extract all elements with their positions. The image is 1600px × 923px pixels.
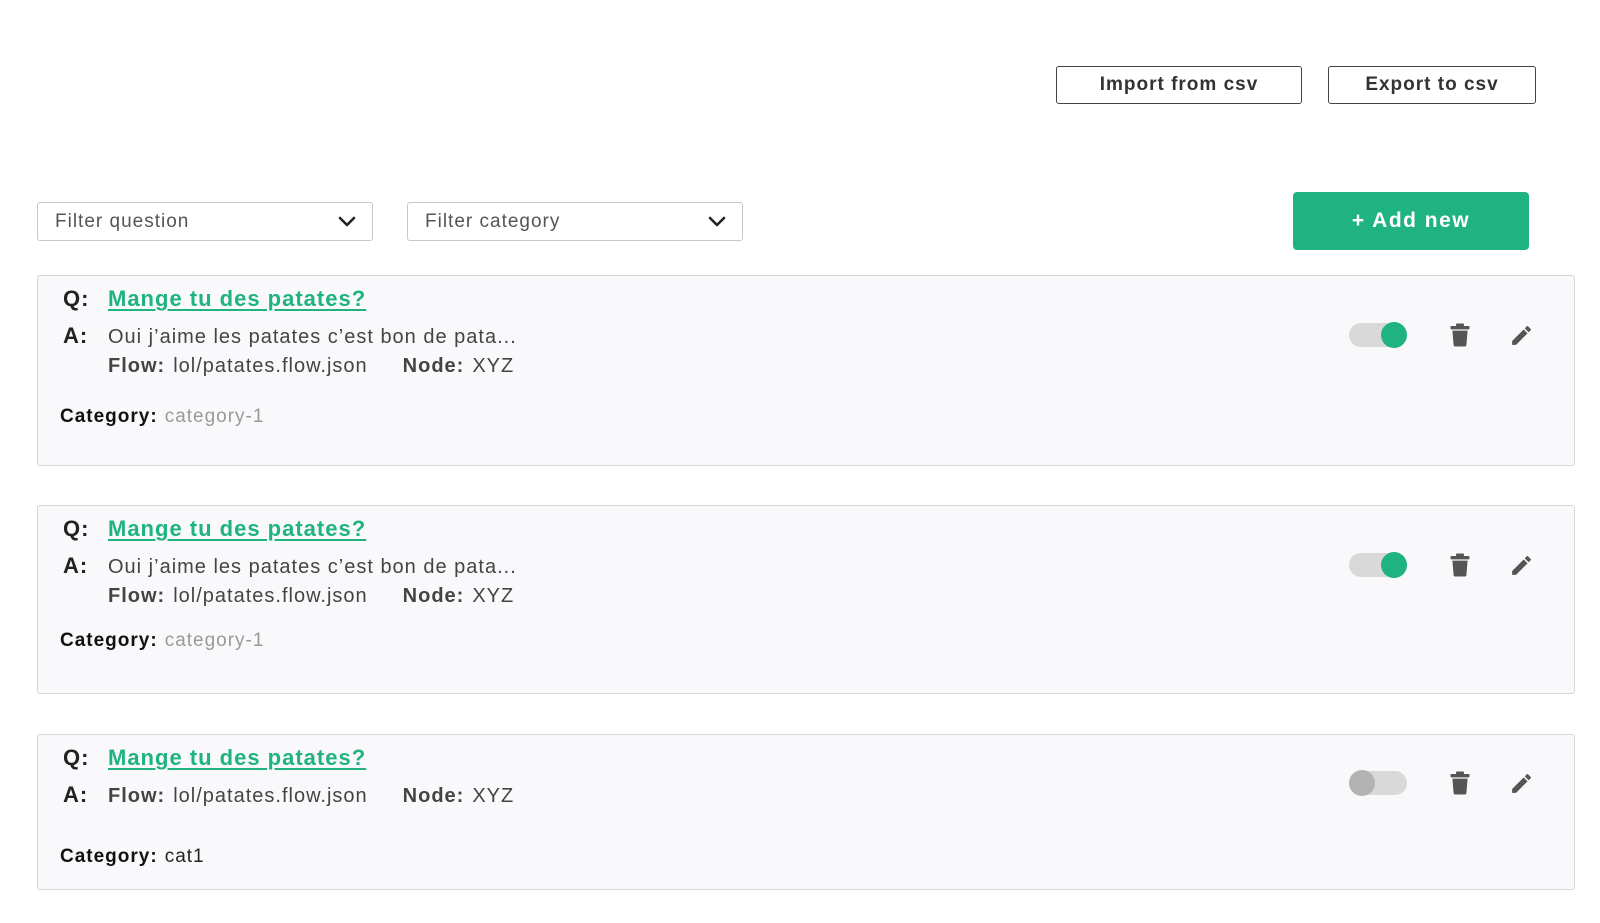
answer-prefix: A: xyxy=(63,323,89,348)
category-label: Category: xyxy=(60,406,158,427)
qna-item: Q: Mange tu des patates? A: Flow: lol/pa… xyxy=(37,734,1575,890)
flow-label: Flow: xyxy=(108,585,166,607)
node-label: Node: xyxy=(402,585,465,607)
qna-item: Q: Mange tu des patates? A: Oui j’aime l… xyxy=(37,275,1575,466)
trash-icon xyxy=(1450,771,1470,795)
flow-node-row: Flow: lol/patates.flow.json Node: XYZ xyxy=(108,585,514,608)
delete-button[interactable] xyxy=(1445,550,1475,580)
question-row: Q: Mange tu des patates? xyxy=(63,516,366,542)
answer-text: Oui j’aime les patates c’est bon de pata… xyxy=(108,326,517,348)
pencil-icon xyxy=(1511,555,1531,575)
enabled-toggle[interactable] xyxy=(1349,322,1407,348)
enabled-toggle[interactable] xyxy=(1349,770,1407,796)
node-group: Node: XYZ xyxy=(403,355,515,378)
trash-icon xyxy=(1450,553,1470,577)
pencil-icon xyxy=(1511,325,1531,345)
node-value: XYZ xyxy=(472,785,515,807)
answer-text: Oui j’aime les patates c’est bon de pata… xyxy=(108,556,517,578)
filter-question-placeholder: Filter question xyxy=(55,210,190,232)
question-link[interactable]: Mange tu des patates? xyxy=(108,286,366,312)
chevron-down-icon xyxy=(708,216,726,226)
filters-bar: Filter question Filter category xyxy=(37,202,743,241)
node-group: Node: XYZ xyxy=(403,785,515,808)
node-value: XYZ xyxy=(472,585,515,607)
trash-icon xyxy=(1450,323,1470,347)
edit-button[interactable] xyxy=(1506,768,1536,798)
qna-page: Import from csv Export to csv Filter que… xyxy=(0,0,1600,923)
export-csv-button[interactable]: Export to csv xyxy=(1328,66,1536,104)
flow-value: lol/patates.flow.json xyxy=(173,585,368,607)
category-value: category-1 xyxy=(164,406,265,427)
flow-node-row: Flow: lol/patates.flow.json Node: XYZ xyxy=(108,355,514,378)
question-prefix: Q: xyxy=(63,286,90,311)
item-actions xyxy=(1349,550,1536,580)
flow-label: Flow: xyxy=(108,355,166,377)
enabled-toggle[interactable] xyxy=(1349,552,1407,578)
filter-category-placeholder: Filter category xyxy=(425,210,561,232)
add-new-button[interactable]: + Add new xyxy=(1293,192,1529,250)
chevron-down-icon xyxy=(338,216,356,226)
item-actions xyxy=(1349,768,1536,798)
question-prefix: Q: xyxy=(63,516,90,541)
answer-row: A: Flow: lol/patates.flow.json Node: XYZ xyxy=(63,782,514,808)
category-label: Category: xyxy=(60,630,158,651)
category-row: Category: category-1 xyxy=(60,630,264,652)
filter-category-select[interactable]: Filter category xyxy=(407,202,743,241)
question-link[interactable]: Mange tu des patates? xyxy=(108,745,366,771)
flow-value: lol/patates.flow.json xyxy=(173,355,368,377)
csv-actions: Import from csv Export to csv xyxy=(1056,66,1536,104)
category-row: Category: cat1 xyxy=(60,846,205,868)
answer-row: A: Oui j’aime les patates c’est bon de p… xyxy=(63,553,517,579)
edit-button[interactable] xyxy=(1506,550,1536,580)
flow-label: Flow: xyxy=(108,785,166,807)
toggle-knob xyxy=(1381,552,1407,578)
category-value: category-1 xyxy=(164,630,265,651)
qna-item: Q: Mange tu des patates? A: Oui j’aime l… xyxy=(37,505,1575,694)
category-label: Category: xyxy=(60,846,158,867)
answer-prefix: A: xyxy=(63,553,89,578)
delete-button[interactable] xyxy=(1445,320,1475,350)
category-row: Category: category-1 xyxy=(60,406,264,428)
item-actions xyxy=(1349,320,1536,350)
category-value: cat1 xyxy=(164,846,205,867)
toggle-knob xyxy=(1349,770,1375,796)
edit-button[interactable] xyxy=(1506,320,1536,350)
filter-question-select[interactable]: Filter question xyxy=(37,202,373,241)
answer-prefix: A: xyxy=(63,782,89,807)
question-row: Q: Mange tu des patates? xyxy=(63,286,366,312)
import-csv-button[interactable]: Import from csv xyxy=(1056,66,1302,104)
question-row: Q: Mange tu des patates? xyxy=(63,745,366,771)
question-prefix: Q: xyxy=(63,745,90,770)
node-value: XYZ xyxy=(472,355,515,377)
node-label: Node: xyxy=(402,785,465,807)
node-group: Node: XYZ xyxy=(403,585,515,608)
toggle-knob xyxy=(1381,322,1407,348)
node-label: Node: xyxy=(402,355,465,377)
flow-node-row: Flow: lol/patates.flow.json Node: XYZ xyxy=(108,785,514,808)
delete-button[interactable] xyxy=(1445,768,1475,798)
answer-row: A: Oui j’aime les patates c’est bon de p… xyxy=(63,323,517,349)
flow-value: lol/patates.flow.json xyxy=(173,785,368,807)
pencil-icon xyxy=(1511,773,1531,793)
question-link[interactable]: Mange tu des patates? xyxy=(108,516,366,542)
